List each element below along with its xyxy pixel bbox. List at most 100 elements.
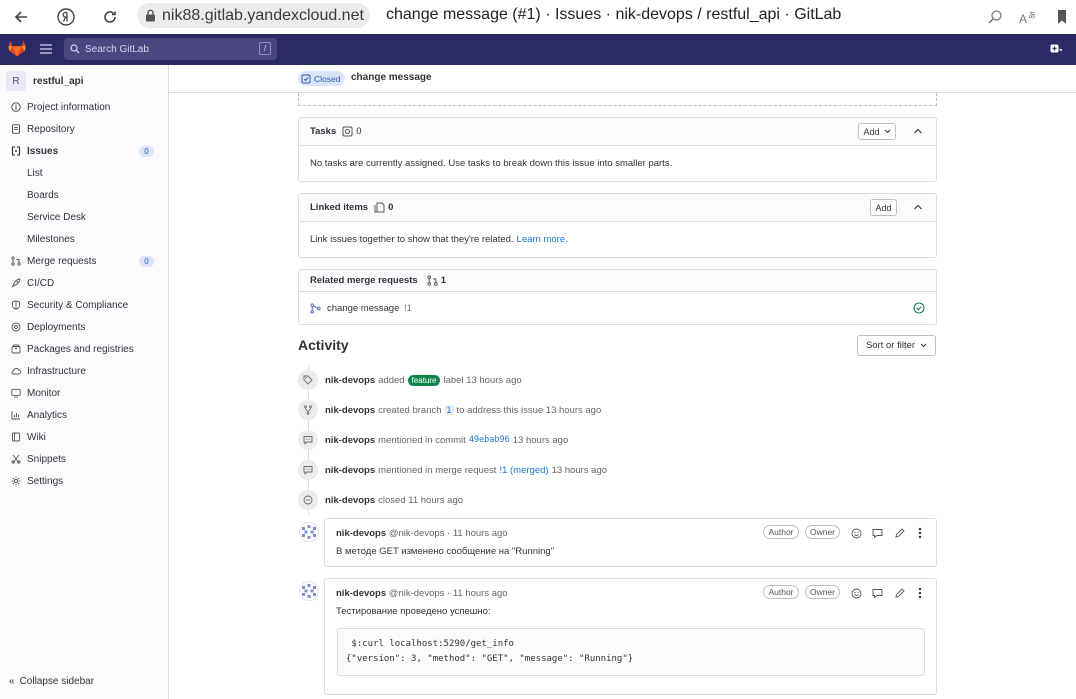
project-name: restful_api bbox=[33, 75, 84, 87]
sidebar-item-boards[interactable]: Boards bbox=[0, 184, 169, 206]
sidebar-item-list[interactable]: List bbox=[0, 162, 169, 184]
hamburger-menu-icon[interactable] bbox=[40, 44, 52, 54]
search-shortcut: / bbox=[259, 42, 271, 55]
issue-closed-icon bbox=[298, 490, 318, 510]
chevron-up-icon[interactable] bbox=[913, 203, 923, 211]
tasks-add-label: Add bbox=[863, 126, 880, 137]
sidebar-item-label: Monitor bbox=[27, 387, 61, 399]
avatar[interactable] bbox=[299, 581, 319, 601]
sidebar-item-service-desk[interactable]: Service Desk bbox=[0, 206, 169, 228]
linked-items-count: 0 bbox=[388, 202, 394, 213]
sidebar-item-infrastructure[interactable]: Infrastructure bbox=[0, 360, 169, 382]
sort-filter-label: Sort or filter bbox=[865, 340, 916, 351]
note-body: В методе GET изменено сообщение на "Runn… bbox=[336, 546, 555, 557]
event-text: to address this issue 13 hours ago bbox=[456, 404, 602, 416]
event-text: 13 hours ago bbox=[551, 464, 608, 476]
sidebar-item-analytics[interactable]: Analytics bbox=[0, 404, 169, 426]
sidebar-item-deployments[interactable]: Deployments bbox=[0, 316, 169, 338]
sidebar-item-security[interactable]: Security & Compliance bbox=[0, 294, 169, 316]
tasks-add-button[interactable]: Add bbox=[858, 123, 896, 140]
emoji-icon[interactable] bbox=[849, 586, 863, 600]
edit-icon[interactable] bbox=[892, 526, 906, 540]
doc-icon bbox=[12, 124, 20, 134]
create-new-icon[interactable] bbox=[1050, 44, 1062, 55]
code-line: $:curl localhost:5290/get_info bbox=[346, 639, 514, 649]
sidebar-item-repository[interactable]: Repository bbox=[0, 118, 169, 140]
sidebar-item-label: Deployments bbox=[27, 321, 86, 333]
event-text: 13 hours ago bbox=[512, 434, 569, 446]
branch-icon bbox=[298, 400, 318, 420]
search-placeholder: Search GitLab bbox=[85, 43, 149, 55]
issue-closed-icon bbox=[301, 74, 311, 83]
note-author-name[interactable]: nik-devops bbox=[336, 588, 386, 599]
commit-link[interactable]: 49ebab96 bbox=[469, 435, 510, 445]
event-author[interactable]: nik-devops bbox=[325, 375, 375, 386]
merge-request-icon bbox=[427, 275, 438, 286]
sidebar-item-snippets[interactable]: Snippets bbox=[0, 448, 169, 470]
emoji-icon[interactable] bbox=[849, 526, 863, 540]
search-page-icon[interactable] bbox=[983, 5, 1007, 29]
chevron-up-icon[interactable] bbox=[913, 127, 923, 135]
system-note: nik-devops mentioned in commit 49ebab96 … bbox=[298, 429, 568, 451]
tasks-count: 0 bbox=[356, 126, 362, 137]
activity-title: Activity bbox=[298, 337, 349, 353]
pipeline-passed-icon[interactable] bbox=[913, 302, 925, 314]
chart-icon bbox=[11, 411, 20, 420]
more-actions-icon[interactable] bbox=[913, 526, 927, 540]
linked-items-title: Linked items bbox=[310, 202, 369, 213]
sidebar-item-label: Settings bbox=[27, 475, 64, 487]
related-mr-item[interactable]: change message !1 bbox=[299, 292, 936, 324]
avatar[interactable] bbox=[299, 522, 319, 542]
reload-icon[interactable] bbox=[98, 5, 122, 29]
event-author[interactable]: nik-devops bbox=[325, 405, 375, 416]
sidebar-item-issues[interactable]: Issues 0 bbox=[0, 140, 169, 162]
sidebar-project[interactable]: R restful_api bbox=[6, 71, 84, 91]
merge-request-link[interactable]: !1 (merged) bbox=[499, 465, 548, 476]
address-bar[interactable]: nik88.gitlab.yandexcloud.net bbox=[137, 3, 370, 28]
feature-label[interactable]: feature bbox=[407, 374, 441, 386]
linked-items-header: Linked items 0 Add bbox=[299, 194, 936, 222]
note-author-name[interactable]: nik-devops bbox=[336, 528, 386, 539]
note-author-handle: @nik-devops · 11 hours ago bbox=[388, 528, 508, 539]
sidebar-item-ci-cd[interactable]: CI/CD bbox=[0, 272, 169, 294]
sort-filter-button[interactable]: Sort or filter bbox=[857, 335, 936, 356]
sidebar-item-wiki[interactable]: Wiki bbox=[0, 426, 169, 448]
reply-icon[interactable] bbox=[870, 526, 884, 540]
browser-toolbar: nik88.gitlab.yandexcloud.net change mess… bbox=[0, 0, 1076, 34]
event-author[interactable]: nik-devops bbox=[325, 435, 375, 446]
owner-badge: Owner bbox=[805, 525, 840, 539]
more-actions-icon[interactable] bbox=[913, 586, 927, 600]
event-author[interactable]: nik-devops bbox=[325, 495, 375, 506]
reply-icon[interactable] bbox=[870, 586, 884, 600]
snippet-icon bbox=[11, 454, 21, 464]
gitlab-logo-icon[interactable] bbox=[8, 40, 26, 57]
edit-icon[interactable] bbox=[892, 586, 906, 600]
comment-icon bbox=[298, 430, 318, 450]
sidebar-item-monitor[interactable]: Monitor bbox=[0, 382, 169, 404]
sidebar-item-milestones[interactable]: Milestones bbox=[0, 228, 169, 250]
chevron-down-icon bbox=[920, 343, 927, 348]
svg-text:A: A bbox=[1019, 12, 1027, 25]
translate-icon[interactable]: Aあ bbox=[1016, 5, 1040, 29]
sidebar-item-packages[interactable]: Packages and registries bbox=[0, 338, 169, 360]
linked-add-button[interactable]: Add bbox=[870, 199, 897, 216]
linked-items-text: Link issues together to show that they'r… bbox=[310, 234, 514, 245]
learn-more-link[interactable]: Learn more. bbox=[517, 234, 568, 245]
sidebar-item-label: Analytics bbox=[27, 409, 68, 421]
yandex-icon[interactable] bbox=[54, 5, 78, 29]
event-author[interactable]: nik-devops bbox=[325, 465, 375, 476]
linked-items-card: Linked items 0 Add Link issues together … bbox=[298, 193, 937, 258]
collapse-sidebar-button[interactable]: « Collapse sidebar bbox=[9, 676, 94, 687]
event-text: added bbox=[378, 374, 405, 386]
back-icon[interactable] bbox=[9, 5, 33, 29]
sidebar-item-settings[interactable]: Settings bbox=[0, 470, 169, 492]
sidebar-item-merge-requests[interactable]: Merge requests 0 bbox=[0, 250, 169, 272]
cloud-icon bbox=[11, 367, 21, 375]
search-input[interactable]: Search GitLab / bbox=[64, 38, 277, 60]
package-icon bbox=[11, 344, 21, 354]
book-icon bbox=[12, 432, 20, 442]
branch-link[interactable]: 1 bbox=[444, 405, 454, 415]
monitor-icon bbox=[11, 388, 21, 398]
sidebar-item-project-information[interactable]: Project information bbox=[0, 96, 169, 118]
bookmark-icon[interactable] bbox=[1050, 5, 1074, 29]
